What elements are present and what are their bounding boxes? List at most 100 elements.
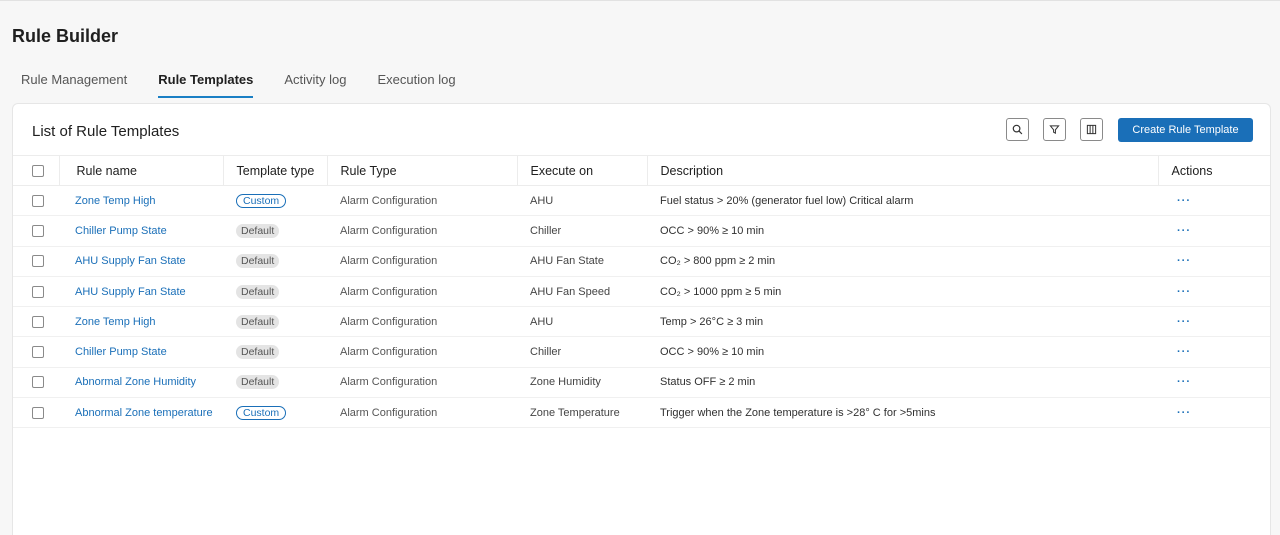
column-header-template-type[interactable]: Template type bbox=[222, 155, 327, 186]
template-type-badge: Default bbox=[236, 254, 280, 269]
more-actions-icon[interactable]: ··· bbox=[1158, 397, 1270, 429]
table-row[interactable]: Abnormal Zone temperature Custom Alarm Con… bbox=[13, 397, 1270, 429]
column-header-description[interactable]: Description bbox=[646, 155, 1158, 186]
more-actions-icon[interactable]: ··· bbox=[1158, 276, 1270, 308]
row-select-cell bbox=[13, 336, 59, 368]
row-checkbox[interactable] bbox=[32, 255, 44, 268]
table-row[interactable]: Abnormal Zone Humidity Default Alarm Confi… bbox=[13, 367, 1270, 399]
template-type-badge: Default bbox=[236, 284, 280, 299]
execute-on-cell: AHU bbox=[517, 306, 647, 338]
template-type-cell: Custom bbox=[223, 397, 327, 429]
column-header-rule-type[interactable]: Rule Type bbox=[326, 155, 517, 186]
template-type-cell: Default bbox=[223, 246, 327, 277]
rule-name-link[interactable]: Zone Temp High bbox=[59, 306, 223, 338]
rule-name-link[interactable]: Zone Temp High bbox=[59, 185, 223, 217]
rule-name-link[interactable]: Chiller Pump State bbox=[59, 215, 223, 247]
rule-name-link[interactable]: AHU Supply Fan State bbox=[59, 276, 223, 308]
rule-type-cell: Alarm Configuration bbox=[327, 306, 517, 338]
template-type-cell: Default bbox=[223, 215, 327, 247]
row-checkbox[interactable] bbox=[32, 315, 44, 328]
table-row[interactable]: AHU Supply Fan State Default Alarm Configu… bbox=[13, 246, 1270, 277]
rule-type-cell: Alarm Configuration bbox=[327, 246, 517, 277]
row-checkbox[interactable] bbox=[32, 224, 44, 237]
description-cell: Fuel status > 20% (generator fuel low) C… bbox=[647, 185, 1158, 217]
description-cell: CO₂ > 1000 ppm ≥ 5 min bbox=[647, 276, 1158, 308]
template-type-cell: Default bbox=[223, 306, 327, 338]
page-title: Rule Builder bbox=[12, 26, 119, 46]
table-row[interactable]: Zone Temp High Custom Alarm Configuration A… bbox=[13, 185, 1270, 217]
description-cell: OCC > 90% ≥ 10 min bbox=[647, 215, 1158, 247]
execute-on-cell: Chiller bbox=[517, 215, 647, 247]
card-title: List of Rule Templates bbox=[32, 123, 180, 140]
create-rule-template-button[interactable]: Create Rule Template bbox=[1118, 118, 1253, 142]
row-checkbox[interactable] bbox=[32, 285, 44, 298]
rule-type-cell: Alarm Configuration bbox=[327, 215, 517, 247]
description-cell: CO₂ > 800 ppm ≥ 2 min bbox=[647, 246, 1158, 277]
rule-templates-card: List of Rule Templates Create Rule Templ… bbox=[12, 103, 1271, 535]
rule-templates-table: Rule name Template type Rule Type Execut… bbox=[13, 155, 1270, 429]
columns-button[interactable] bbox=[1080, 118, 1103, 141]
table-row[interactable]: Chiller Pump State Default Alarm Configura… bbox=[13, 336, 1270, 368]
execute-on-cell: AHU bbox=[517, 185, 647, 217]
column-header-execute-on[interactable]: Execute on bbox=[516, 155, 647, 186]
more-actions-icon[interactable]: ··· bbox=[1158, 185, 1270, 217]
column-header-rule-name[interactable]: Rule name bbox=[58, 155, 223, 186]
template-type-badge: Custom bbox=[236, 193, 287, 208]
table-header-row: Rule name Template type Rule Type Execut… bbox=[13, 155, 1270, 186]
row-select-cell bbox=[13, 306, 59, 338]
execute-on-cell: Chiller bbox=[517, 336, 647, 368]
description-cell: Status OFF ≥ 2 min bbox=[647, 367, 1158, 399]
more-actions-icon[interactable]: ··· bbox=[1158, 336, 1270, 368]
rule-name-link[interactable]: Abnormal Zone Humidity bbox=[59, 367, 223, 399]
rule-type-cell: Alarm Configuration bbox=[327, 276, 517, 308]
description-cell: Temp > 26°C ≥ 3 min bbox=[647, 306, 1158, 338]
more-actions-icon[interactable]: ··· bbox=[1158, 215, 1270, 247]
template-type-badge: Custom bbox=[236, 405, 287, 420]
description-cell: OCC > 90% ≥ 10 min bbox=[647, 336, 1158, 368]
execute-on-cell: Zone Temperature bbox=[517, 397, 647, 429]
execute-on-cell: AHU Fan State bbox=[517, 246, 647, 277]
more-actions-icon[interactable]: ··· bbox=[1158, 367, 1270, 399]
row-select-cell bbox=[13, 246, 59, 277]
row-select-cell bbox=[13, 276, 59, 308]
template-type-cell: Default bbox=[223, 367, 327, 399]
more-actions-icon[interactable]: ··· bbox=[1158, 246, 1270, 277]
template-type-badge: Default bbox=[236, 223, 280, 238]
search-icon bbox=[1012, 124, 1023, 135]
tab-execution-log[interactable]: Execution log bbox=[378, 72, 456, 98]
description-cell: Trigger when the Zone temperature is >28… bbox=[647, 397, 1158, 429]
table-row[interactable]: Chiller Pump State Default Alarm Configura… bbox=[13, 215, 1270, 247]
rule-type-cell: Alarm Configuration bbox=[327, 367, 517, 399]
select-all-checkbox[interactable] bbox=[32, 164, 44, 177]
rule-name-link[interactable]: Chiller Pump State bbox=[59, 336, 223, 368]
row-select-cell bbox=[13, 185, 59, 217]
filter-button[interactable] bbox=[1043, 118, 1066, 141]
table-row[interactable]: Zone Temp High Default Alarm Configuration… bbox=[13, 306, 1270, 338]
execute-on-cell: AHU Fan Speed bbox=[517, 276, 647, 308]
row-checkbox[interactable] bbox=[32, 194, 44, 207]
row-select-cell bbox=[13, 397, 59, 429]
tab-bar: Rule Management Rule Templates Activity … bbox=[21, 72, 487, 98]
rule-name-link[interactable]: AHU Supply Fan State bbox=[59, 246, 223, 277]
tab-rule-management[interactable]: Rule Management bbox=[21, 72, 127, 98]
execute-on-cell: Zone Humidity bbox=[517, 367, 647, 399]
row-checkbox[interactable] bbox=[32, 376, 44, 389]
tab-rule-templates[interactable]: Rule Templates bbox=[158, 72, 254, 98]
row-checkbox[interactable] bbox=[32, 406, 44, 419]
columns-icon bbox=[1086, 124, 1097, 135]
more-actions-icon[interactable]: ··· bbox=[1158, 306, 1270, 338]
template-type-badge: Default bbox=[236, 345, 280, 360]
rule-name-link[interactable]: Abnormal Zone temperature bbox=[59, 397, 223, 429]
table-row[interactable]: AHU Supply Fan State Default Alarm Configu… bbox=[13, 276, 1270, 308]
rule-type-cell: Alarm Configuration bbox=[327, 397, 517, 429]
template-type-badge: Default bbox=[236, 314, 280, 329]
template-type-cell: Default bbox=[223, 276, 327, 308]
template-type-cell: Custom bbox=[223, 185, 327, 217]
template-type-cell: Default bbox=[223, 336, 327, 368]
select-all-cell bbox=[13, 155, 59, 186]
tab-activity-log[interactable]: Activity log bbox=[284, 72, 346, 98]
rule-type-cell: Alarm Configuration bbox=[327, 185, 517, 217]
search-button[interactable] bbox=[1006, 118, 1029, 141]
row-checkbox[interactable] bbox=[32, 346, 44, 359]
row-select-cell bbox=[13, 215, 59, 247]
